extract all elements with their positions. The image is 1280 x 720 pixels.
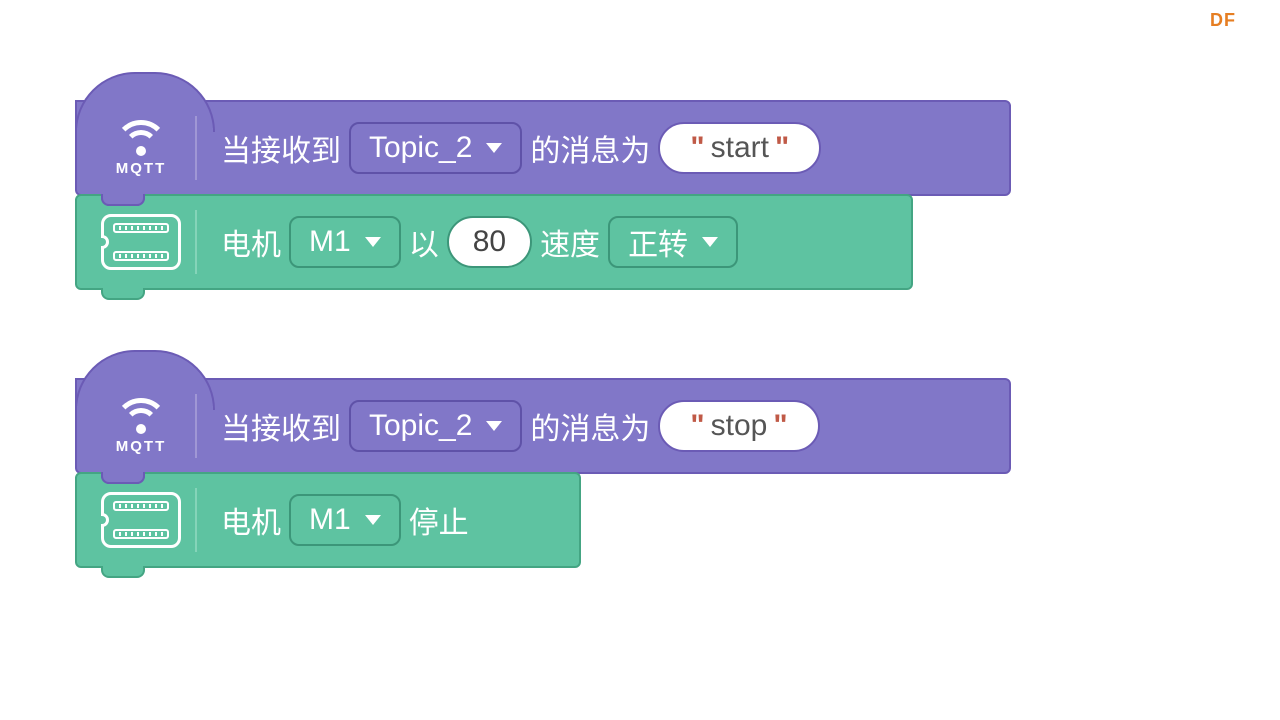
wifi-icon — [114, 398, 168, 436]
block-notch — [101, 288, 145, 300]
speed-input[interactable]: 80 — [447, 216, 532, 268]
board-icon — [101, 214, 181, 270]
motor-dropdown[interactable]: M1 — [289, 216, 401, 268]
message-value: stop — [711, 409, 768, 443]
quote-mark: " — [690, 131, 704, 165]
mqtt-label: MQTT — [116, 438, 167, 455]
mqtt-icon: MQTT — [91, 380, 191, 472]
board-icon-wrap — [91, 474, 191, 566]
stop-label: 停止 — [409, 498, 469, 542]
block-notch — [101, 566, 145, 578]
motor-run-block[interactable]: 电机 M1 以 80 速度 正转 — [75, 194, 913, 290]
board-icon — [101, 492, 181, 548]
divider — [195, 116, 197, 180]
speed-label: 速度 — [540, 220, 600, 264]
message-input[interactable]: " start " — [658, 122, 821, 174]
hat-text-mid: 的消息为 — [530, 126, 650, 170]
speed-value: 80 — [473, 225, 506, 259]
topic-dropdown-value: Topic_2 — [369, 409, 472, 443]
divider — [195, 394, 197, 458]
script-group-1: MQTT 当接收到 Topic_2 的消息为 " start " 电机 M1 — [75, 100, 1011, 290]
mqtt-receive-hat-block[interactable]: MQTT 当接收到 Topic_2 的消息为 " start " — [75, 100, 1011, 196]
chevron-down-icon — [486, 143, 502, 153]
board-icon-wrap — [91, 196, 191, 288]
watermark: DF — [1210, 10, 1236, 31]
chevron-down-icon — [702, 237, 718, 247]
mqtt-label: MQTT — [116, 160, 167, 177]
chevron-down-icon — [365, 515, 381, 525]
chevron-down-icon — [365, 237, 381, 247]
motor-label: 电机 — [221, 498, 281, 542]
message-input[interactable]: " stop " — [658, 400, 819, 452]
divider — [195, 210, 197, 274]
quote-mark: " — [690, 409, 704, 443]
motor-dropdown-value: M1 — [309, 225, 351, 259]
message-value: start — [711, 131, 769, 165]
quote-mark: " — [775, 131, 789, 165]
topic-dropdown[interactable]: Topic_2 — [349, 400, 522, 452]
hat-text-prefix: 当接收到 — [221, 126, 341, 170]
direction-dropdown[interactable]: 正转 — [608, 216, 738, 268]
chevron-down-icon — [486, 421, 502, 431]
at-label: 以 — [409, 220, 439, 264]
quote-mark: " — [773, 409, 787, 443]
hat-text-mid: 的消息为 — [530, 404, 650, 448]
script-group-2: MQTT 当接收到 Topic_2 的消息为 " stop " 电机 M1 — [75, 378, 1011, 568]
motor-label: 电机 — [221, 220, 281, 264]
wifi-icon — [114, 120, 168, 158]
topic-dropdown-value: Topic_2 — [369, 131, 472, 165]
direction-dropdown-value: 正转 — [628, 220, 688, 264]
motor-dropdown[interactable]: M1 — [289, 494, 401, 546]
hat-text-prefix: 当接收到 — [221, 404, 341, 448]
mqtt-icon: MQTT — [91, 102, 191, 194]
motor-stop-block[interactable]: 电机 M1 停止 — [75, 472, 581, 568]
topic-dropdown[interactable]: Topic_2 — [349, 122, 522, 174]
mqtt-receive-hat-block[interactable]: MQTT 当接收到 Topic_2 的消息为 " stop " — [75, 378, 1011, 474]
divider — [195, 488, 197, 552]
motor-dropdown-value: M1 — [309, 503, 351, 537]
